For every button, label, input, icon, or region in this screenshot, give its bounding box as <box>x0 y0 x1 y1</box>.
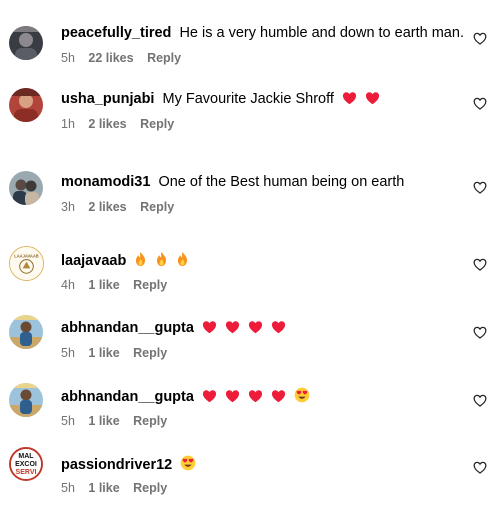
red-heart-emoji-icon <box>272 390 286 403</box>
reply-button[interactable]: Reply <box>133 480 167 496</box>
like-heart-icon[interactable] <box>473 258 487 271</box>
comment-text: My Favourite Jackie Shroff <box>162 91 334 107</box>
avatar[interactable] <box>9 383 43 417</box>
reply-button[interactable]: Reply <box>140 116 174 132</box>
reply-button[interactable]: Reply <box>133 277 167 293</box>
comment-item: MAL EXCOI SERVI passiondriver12 5h 1 lik… <box>0 447 500 508</box>
comment-likes[interactable]: 22 likes <box>88 50 133 66</box>
comment-item: usha_punjabi My Favourite Jackie Shroff … <box>0 82 500 142</box>
fire-emoji-icon <box>157 251 167 267</box>
comment-username[interactable]: passiondriver12 <box>61 457 172 473</box>
avatar[interactable] <box>9 88 43 122</box>
red-heart-emoji-icon <box>365 92 380 105</box>
malexcoi-logo-line-2: EXCOI <box>15 461 37 468</box>
comment-time: 4h <box>61 278 75 292</box>
avatar[interactable]: LAAJAVAAB <box>9 246 44 281</box>
like-heart-icon[interactable] <box>473 32 487 45</box>
like-heart-icon[interactable] <box>473 461 487 474</box>
red-heart-emoji-icon <box>202 321 217 334</box>
comment-username[interactable]: monamodi31 <box>61 174 150 190</box>
red-heart-emoji-icon <box>342 92 356 105</box>
comment-username[interactable]: laajavaab <box>61 253 126 269</box>
comment-item: abhnandan__gupta 5h 1 like Reply <box>0 380 500 440</box>
comment-username[interactable]: abhnandan__gupta <box>61 320 194 336</box>
avatar[interactable] <box>9 315 43 349</box>
comment-likes[interactable]: 1 like <box>88 413 119 429</box>
red-heart-emoji-icon <box>202 390 217 403</box>
like-heart-icon[interactable] <box>473 97 487 110</box>
comment-item: monamodi31 One of the Best human being o… <box>0 166 500 226</box>
like-heart-icon[interactable] <box>473 394 487 407</box>
comment-username[interactable]: peacefully_tired <box>61 25 171 41</box>
heart-eyes-face-emoji-icon <box>180 455 196 471</box>
comment-likes[interactable]: 1 like <box>88 480 119 496</box>
fire-emoji-icon <box>178 251 188 267</box>
comment-time: 1h <box>61 117 75 131</box>
reply-button[interactable]: Reply <box>133 345 167 361</box>
red-heart-emoji-icon <box>248 321 263 334</box>
comment-item: LAAJAVAAB laajavaab 4h 1 like Reply <box>0 244 500 304</box>
comment-time: 3h <box>61 200 75 214</box>
avatar[interactable]: MAL EXCOI SERVI <box>9 447 43 481</box>
comment-time: 5h <box>61 481 75 495</box>
malexcoi-logo-line-1: MAL <box>18 453 34 460</box>
comment-item: peacefully_tired He is a very humble and… <box>0 14 500 74</box>
comment-time: 5h <box>61 414 75 428</box>
laajavaab-logo-text: LAAJAVAAB <box>14 254 39 259</box>
comment-likes[interactable]: 2 likes <box>88 116 126 132</box>
red-heart-emoji-icon <box>248 390 263 403</box>
malexcoi-logo-line-3: SERVI <box>16 469 37 476</box>
red-heart-emoji-icon <box>225 321 240 334</box>
like-heart-icon[interactable] <box>473 326 487 339</box>
comment-time: 5h <box>61 346 75 360</box>
comment-likes[interactable]: 2 likes <box>88 199 126 215</box>
reply-button[interactable]: Reply <box>133 413 167 429</box>
red-heart-emoji-icon <box>272 321 286 334</box>
comment-likes[interactable]: 1 like <box>88 277 119 293</box>
avatar[interactable] <box>9 171 43 205</box>
avatar[interactable] <box>9 26 43 60</box>
comment-username[interactable]: usha_punjabi <box>61 91 154 107</box>
comment-likes[interactable]: 1 like <box>88 345 119 361</box>
comment-item: abhnandan__gupta 5h 1 like Reply <box>0 312 500 372</box>
heart-eyes-face-emoji-icon <box>294 387 310 403</box>
comment-time: 5h <box>61 51 75 65</box>
fire-emoji-icon <box>136 251 146 267</box>
like-heart-icon[interactable] <box>473 181 487 194</box>
reply-button[interactable]: Reply <box>147 50 181 66</box>
comment-text: One of the Best human being on earth <box>158 174 405 190</box>
red-heart-emoji-icon <box>225 390 240 403</box>
comment-text: He is a very humble and down to earth ma… <box>179 25 464 41</box>
reply-button[interactable]: Reply <box>140 199 174 215</box>
comment-username[interactable]: abhnandan__gupta <box>61 389 194 405</box>
